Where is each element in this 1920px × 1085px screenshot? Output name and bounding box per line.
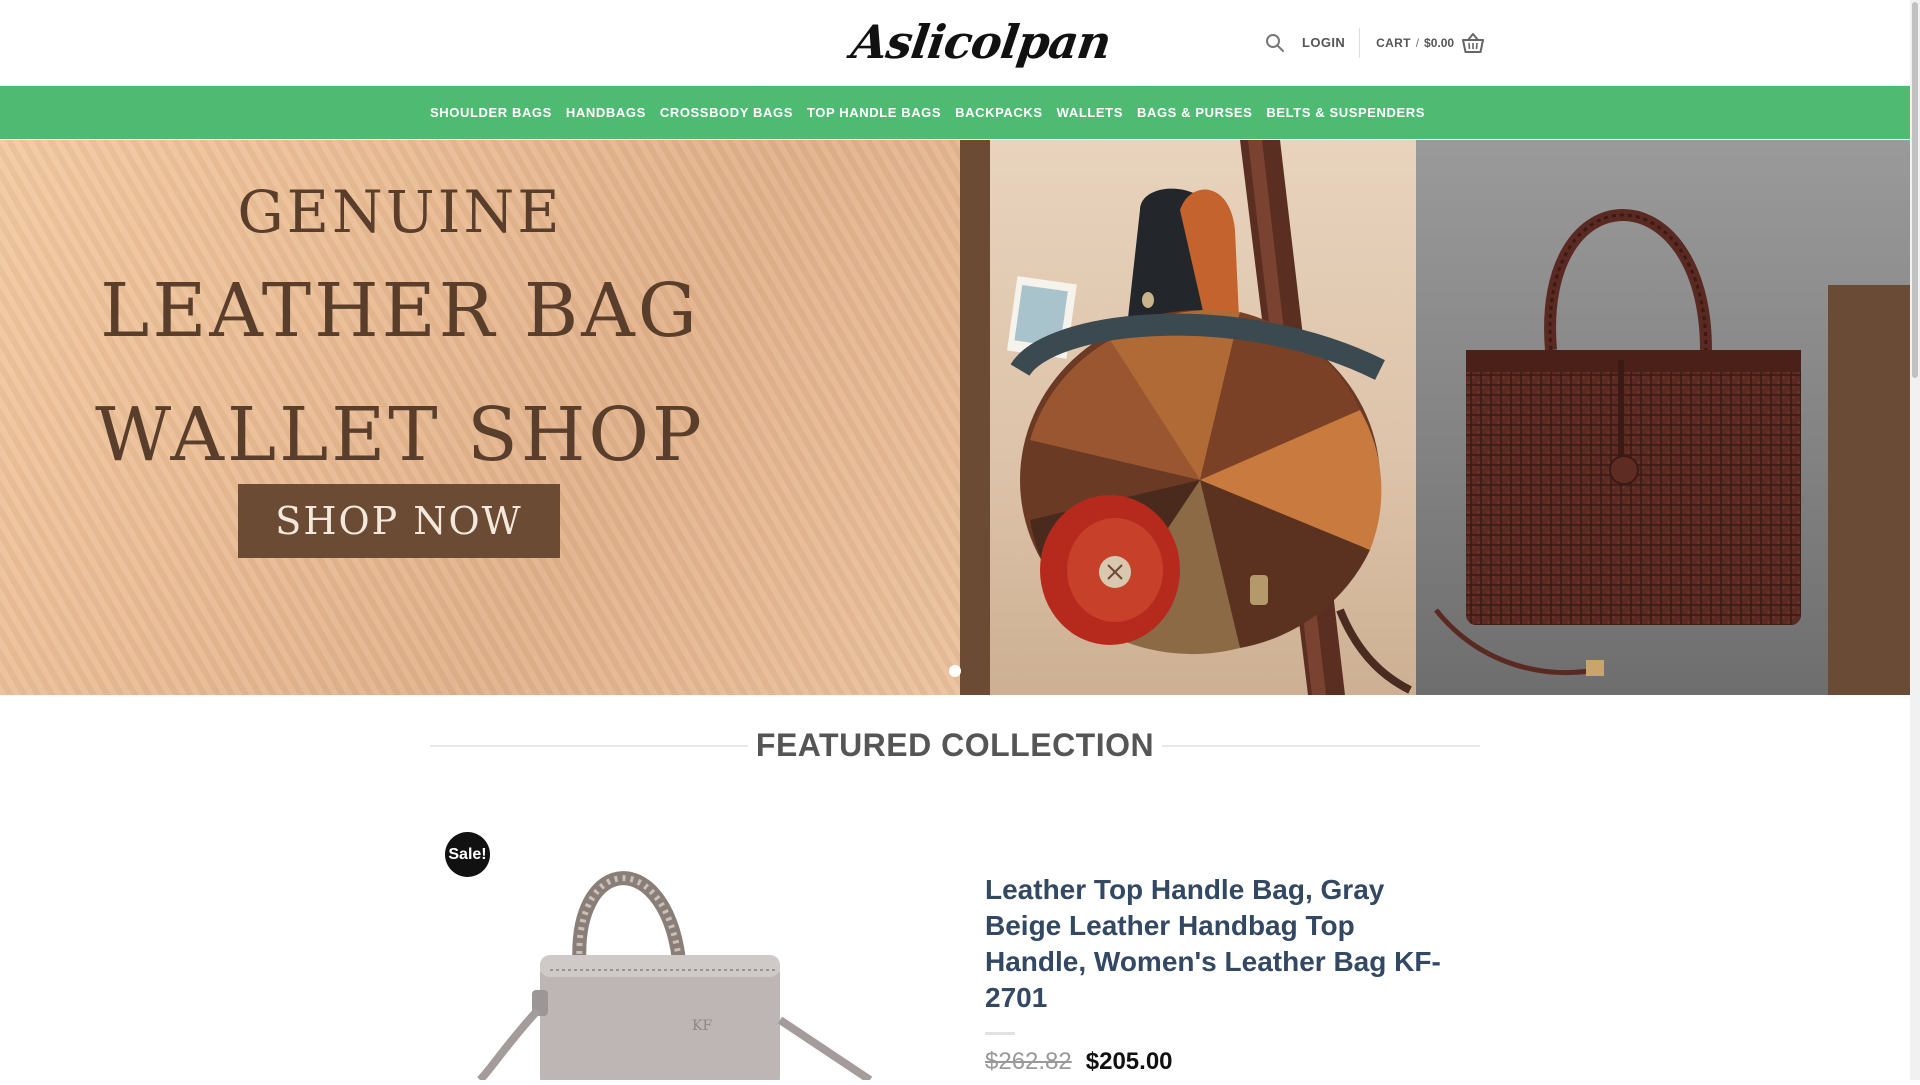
sale-price: $205.00 [1085,1048,1173,1075]
site-logo[interactable]: Aslicolpan [848,14,1114,70]
product-price: $262.82 $205.00 [985,1048,1173,1076]
nav-item-shoulder-bags[interactable]: SHOULDER BAGS [430,105,552,120]
logo-text: Aslicolpan [848,15,1114,69]
nav-item-belts-suspenders[interactable]: BELTS & SUSPENDERS [1266,105,1425,120]
hero-heading-line2: LEATHER BAG [100,268,700,354]
main-nav: SHOULDER BAGS HANDBAGS CROSSBODY BAGS TO… [430,86,1439,139]
hero-divider-strip [960,140,990,695]
nav-item-top-handle-bags[interactable]: TOP HANDLE BAGS [807,105,941,120]
nav-item-handbags[interactable]: HANDBAGS [566,105,646,120]
cart-label: CART [1376,36,1411,50]
site-header: Aslicolpan LOGIN CART / $0.00 [0,0,1910,86]
hero-right-edge-strip [1828,285,1910,695]
main-nav-bar: SHOULDER BAGS HANDBAGS CROSSBODY BAGS TO… [0,86,1910,139]
divider-line-right [1162,745,1480,747]
page-scrollbar[interactable] [1910,0,1920,1080]
nav-item-crossbody-bags[interactable]: CROSSBODY BAGS [660,105,793,120]
nav-item-backpacks[interactable]: BACKPACKS [955,105,1043,120]
search-icon[interactable] [1264,32,1286,54]
header-actions: LOGIN CART / $0.00 [1264,26,1486,60]
cart-separator: / [1415,36,1420,50]
cart-link[interactable]: CART / $0.00 [1360,31,1486,55]
hero-heading-line3: WALLET SHOP [95,392,705,478]
featured-section-header: FEATURED COLLECTION [430,722,1480,768]
hero-banner[interactable]: GENUINE LEATHER BAG WALLET SHOP SHOP NOW [0,140,1910,695]
scrollbar-thumb[interactable] [1912,2,1918,378]
shop-now-button[interactable]: SHOP NOW [238,484,560,558]
title-divider [985,1032,1015,1035]
hero-heading-line1: GENUINE [237,178,563,246]
nav-item-bags-purses[interactable]: BAGS & PURSES [1137,105,1252,120]
divider-line-left [430,745,748,747]
nav-item-wallets[interactable]: WALLETS [1057,105,1123,120]
product-image[interactable]: KF [430,820,930,1085]
sale-badge: Sale! [445,832,490,877]
basket-icon [1460,31,1486,55]
featured-title: FEATURED COLLECTION [755,727,1155,763]
hero-sling-bag-image [990,140,1416,695]
login-link[interactable]: LOGIN [1298,28,1361,58]
slider-dot-1[interactable] [949,665,961,677]
svg-text:KF: KF [692,1018,712,1034]
product-title-link[interactable]: Leather Top Handle Bag, Gray Beige Leath… [985,872,1455,1016]
cart-amount: $0.00 [1424,36,1455,50]
original-price: $262.82 [985,1048,1072,1075]
